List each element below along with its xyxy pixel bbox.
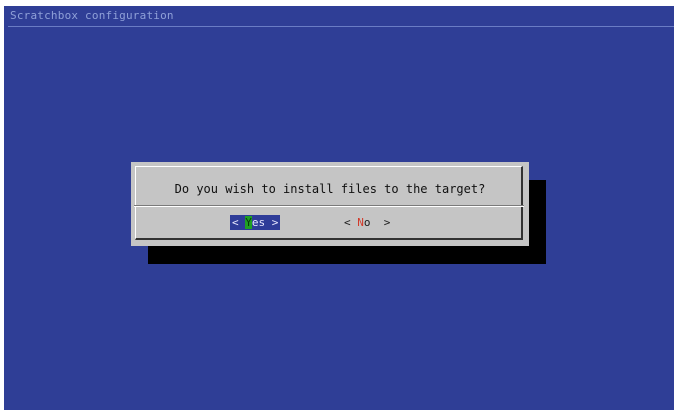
no-label-rest: o	[363, 216, 371, 229]
no-hotkey: N	[357, 216, 364, 229]
yes-label-rest: es	[251, 216, 266, 229]
no-left-bracket: <	[344, 216, 358, 229]
dialog-separator-highlight	[134, 206, 524, 207]
yes-left-bracket: <	[232, 216, 246, 229]
backtitle-rule	[8, 26, 674, 27]
no-button[interactable]: < No >	[344, 215, 390, 230]
terminal-frame: Scratchbox configuration Do you wish to …	[0, 0, 674, 412]
yes-no-dialog: Do you wish to install files to the targ…	[131, 162, 529, 246]
dialog-border	[135, 166, 523, 240]
no-right-bracket: >	[370, 216, 391, 229]
terminal-screen: Scratchbox configuration Do you wish to …	[4, 6, 674, 410]
yes-right-bracket: >	[265, 216, 279, 229]
backtitle: Scratchbox configuration	[10, 9, 174, 22]
yes-hotkey: Y	[245, 216, 252, 229]
dialog-question: Do you wish to install files to the targ…	[174, 182, 486, 196]
yes-button[interactable]: < Yes >	[230, 215, 281, 230]
